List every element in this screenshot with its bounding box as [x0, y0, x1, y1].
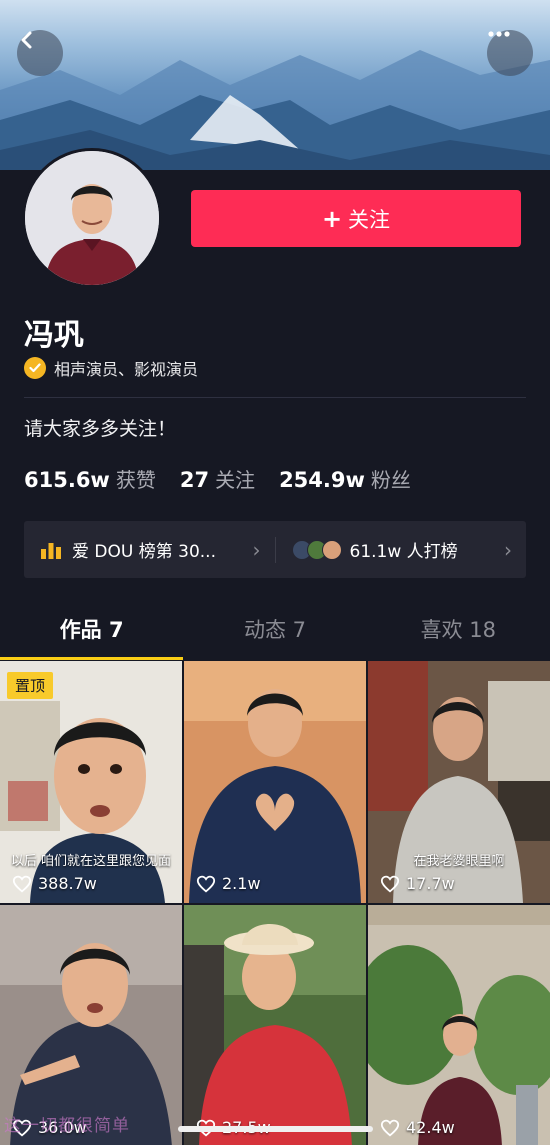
- dou-rank-entry[interactable]: 爱 DOU 榜第 30... ›: [24, 521, 275, 578]
- follow-button[interactable]: + 关注: [191, 190, 521, 247]
- video-caption: 以后 咱们就在这里跟您见面: [10, 854, 172, 869]
- stat-value: 615.6w: [24, 468, 110, 492]
- likes-count: 17.7w: [406, 874, 455, 893]
- video-thumbnail[interactable]: 置顶 以后 咱们就在这里跟您见面 388.7w: [0, 661, 182, 903]
- stat-value: 254.9w: [279, 468, 365, 492]
- stat-likes: 615.6w 获赞: [24, 464, 156, 493]
- avatar-image: [25, 151, 159, 285]
- video-thumbnail[interactable]: 27.5w: [184, 905, 366, 1145]
- video-likes: 2.1w: [196, 874, 261, 893]
- rank-bar: 爱 DOU 榜第 30... › 61.1w 人打榜 ›: [24, 521, 526, 578]
- profile-banner: [0, 0, 550, 170]
- profile-bio: 请大家多多关注！: [24, 418, 177, 440]
- heart-icon: [380, 1119, 400, 1137]
- mountain-banner-image: [0, 50, 550, 170]
- stat-value: 27: [179, 468, 210, 492]
- video-likes: 17.7w: [380, 874, 455, 893]
- stat-label: 获赞: [115, 468, 156, 492]
- video-caption: 在我老婆眼里啊: [413, 854, 505, 869]
- content-tabs: 作品 7 动态 7 喜欢 18: [0, 598, 550, 660]
- tab-dynamics[interactable]: 动态 7: [183, 598, 366, 660]
- back-button[interactable]: [17, 30, 63, 76]
- video-thumbnail-image: [184, 661, 366, 903]
- likes-count: 42.4w: [406, 1118, 455, 1137]
- heart-icon: [380, 875, 400, 893]
- supporter-avatar: [321, 539, 342, 560]
- video-thumbnail[interactable]: 36.0w: [0, 905, 182, 1145]
- stat-label: 粉丝: [370, 468, 411, 492]
- profile-stats: 615.6w 获赞 27 关注 254.9w 粉丝: [24, 464, 435, 493]
- video-thumbnail[interactable]: 在我老婆眼里啊 17.7w: [368, 661, 550, 903]
- home-indicator[interactable]: [178, 1126, 373, 1132]
- likes-count: 388.7w: [38, 874, 97, 893]
- divider: [24, 397, 526, 398]
- tab-likes[interactable]: 喜欢 18: [367, 598, 550, 660]
- dou-rank-text: 爱 DOU 榜第 30...: [72, 542, 216, 562]
- more-button[interactable]: [487, 30, 533, 76]
- verified-check-icon: [24, 357, 46, 379]
- bar-chart-icon: [41, 542, 61, 559]
- heart-icon: [196, 875, 216, 893]
- video-likes: 42.4w: [380, 1118, 455, 1137]
- tab-works[interactable]: 作品 7: [0, 598, 184, 660]
- video-thumbnail-image: [368, 905, 550, 1145]
- video-thumbnail[interactable]: 2.1w: [184, 661, 366, 903]
- chevron-right-icon: ›: [252, 537, 261, 562]
- verification-row: 相声演员、影视演员: [24, 356, 198, 380]
- likes-count: 2.1w: [222, 874, 261, 893]
- profile-section: + 关注 冯巩 相声演员、影视演员 请大家多多关注！ 615.6w 获赞 27 …: [0, 148, 550, 660]
- supporters-entry[interactable]: 61.1w 人打榜 ›: [276, 521, 527, 578]
- video-grid: 置顶 以后 咱们就在这里跟您见面 388.7w 2.1w 在我老婆眼里啊 17.…: [0, 661, 550, 1145]
- avatar[interactable]: [22, 148, 162, 288]
- stat-label: 关注: [215, 468, 256, 492]
- more-dots-icon: [488, 31, 510, 37]
- supporters-text: 61.1w 人打榜: [349, 542, 458, 562]
- supporter-avatars: [291, 539, 342, 560]
- verification-text: 相声演员、影视演员: [54, 360, 199, 379]
- follow-label: 关注: [348, 207, 391, 232]
- watermark-text: 这一切都很简单: [4, 1116, 130, 1136]
- video-likes: 388.7w: [12, 874, 97, 893]
- video-thumbnail-image: [184, 905, 366, 1145]
- chevron-right-icon: ›: [504, 537, 512, 562]
- video-thumbnail[interactable]: 42.4w: [368, 905, 550, 1145]
- plus-icon: +: [321, 204, 343, 233]
- heart-icon: [12, 875, 32, 893]
- stat-followers[interactable]: 254.9w 粉丝: [279, 464, 411, 493]
- profile-name: 冯巩: [24, 318, 84, 353]
- pinned-badge: 置顶: [7, 672, 54, 699]
- stat-following[interactable]: 27 关注: [180, 464, 255, 493]
- chevron-left-icon: [21, 31, 32, 49]
- video-thumbnail-image: [0, 905, 182, 1145]
